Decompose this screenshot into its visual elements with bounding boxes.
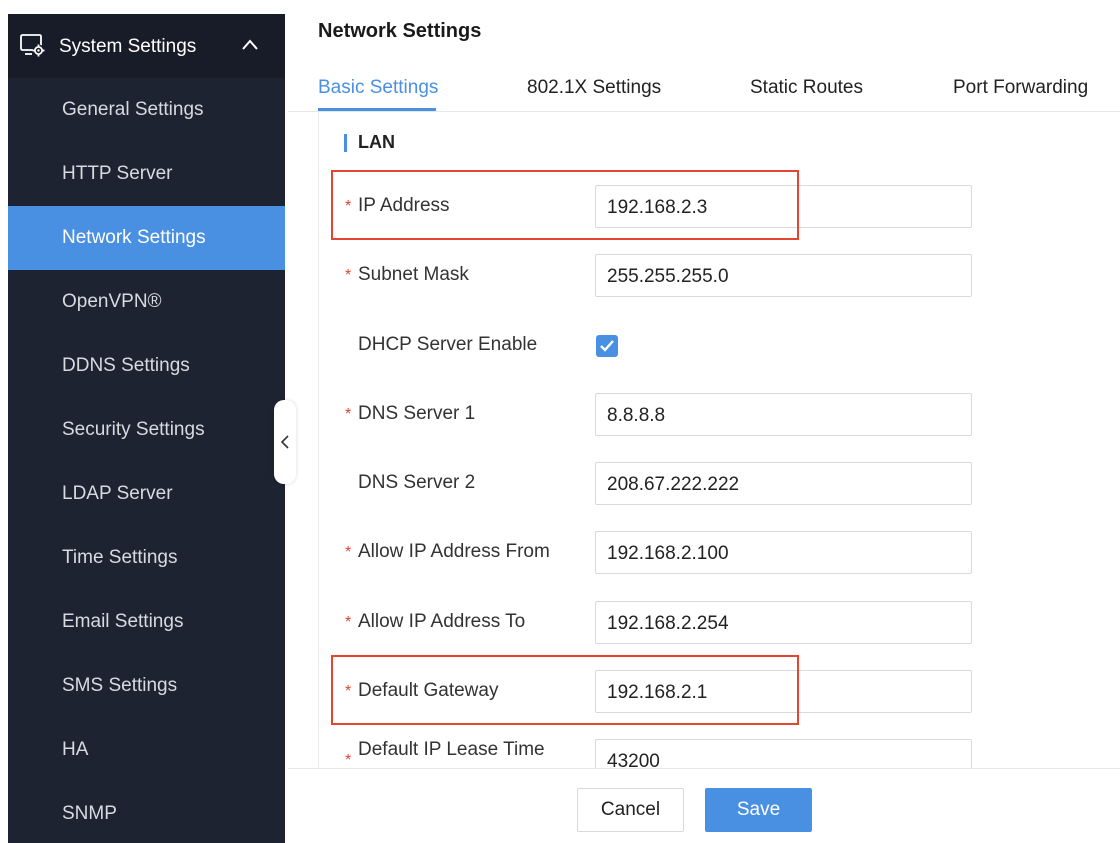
allow-ip-to-value: 192.168.2.254 [607,613,729,634]
sidebar-item-snmp[interactable]: SNMP [8,782,285,843]
tab-8021x-settings[interactable]: 802.1X Settings [527,77,661,99]
sidebar-item-label: SNMP [62,803,117,824]
dhcp-server-enable-label: DHCP Server Enable [358,334,538,355]
sidebar-item-general-settings[interactable]: General Settings [8,78,285,142]
cancel-button[interactable]: Cancel [577,788,684,832]
checkmark-icon [600,340,614,352]
tab-port-forwarding[interactable]: Port Forwarding [953,77,1088,99]
dns-server-1-label: DNS Server 1 [358,403,476,424]
dns-server-1-input[interactable]: 8.8.8.8 [595,393,972,436]
dns-server-2-value: 208.67.222.222 [607,474,740,495]
highlight-box-ip-address [331,170,799,240]
form-row-allow-ip-from: * Allow IP Address From 192.168.2.100 [0,531,1120,575]
chevron-up-icon[interactable] [241,38,259,52]
allow-ip-to-input[interactable]: 192.168.2.254 [595,601,972,644]
dhcp-server-enable-checkbox[interactable] [596,335,618,357]
form-row-dns-server-1: * DNS Server 1 8.8.8.8 [0,393,1120,437]
allow-ip-from-value: 192.168.2.100 [607,543,729,564]
form-row-subnet-mask: * Subnet Mask 255.255.255.0 [0,254,1120,298]
save-button[interactable]: Save [705,788,812,832]
sidebar-item-label: General Settings [62,99,204,120]
sidebar-header-title: System Settings [59,36,197,57]
active-tab-indicator [318,108,436,111]
sidebar-item-label: Network Settings [62,227,206,248]
form-row-allow-ip-to: * Allow IP Address To 192.168.2.254 [0,601,1120,645]
tab-basic-settings[interactable]: Basic Settings [318,77,438,99]
allow-ip-to-label: Allow IP Address To [358,611,526,632]
subnet-mask-value: 255.255.255.0 [607,266,729,287]
dns-server-2-input[interactable]: 208.67.222.222 [595,462,972,505]
required-marker: * [345,544,352,561]
allow-ip-from-label: Allow IP Address From [358,541,550,562]
required-marker: * [345,267,352,284]
allow-ip-from-input[interactable]: 192.168.2.100 [595,531,972,574]
required-marker: * [345,406,352,423]
chevron-left-icon [280,435,289,449]
tab-static-routes[interactable]: Static Routes [750,77,863,99]
sidebar-item-label: HTTP Server [62,163,173,184]
dns-server-2-label: DNS Server 2 [358,472,476,493]
page-title: Network Settings [318,20,482,42]
form-footer [288,768,1120,843]
subnet-mask-input[interactable]: 255.255.255.0 [595,254,972,297]
form-row-dns-server-2: DNS Server 2 208.67.222.222 [0,462,1120,506]
required-marker: * [345,614,352,631]
form-row-dhcp-server-enable: DHCP Server Enable [0,324,1120,368]
lease-time-label: Default IP Lease Time [358,739,545,760]
tab-bar: Basic Settings 802.1X Settings Static Ro… [288,64,1120,112]
highlight-box-default-gateway [331,655,799,725]
system-settings-icon [20,34,45,57]
subnet-mask-label: Subnet Mask [358,264,469,285]
section-accent-bar [344,134,347,152]
sidebar-header-system-settings[interactable]: System Settings [8,14,285,78]
section-title-lan: LAN [358,132,395,152]
dns-server-1-value: 8.8.8.8 [607,405,666,426]
